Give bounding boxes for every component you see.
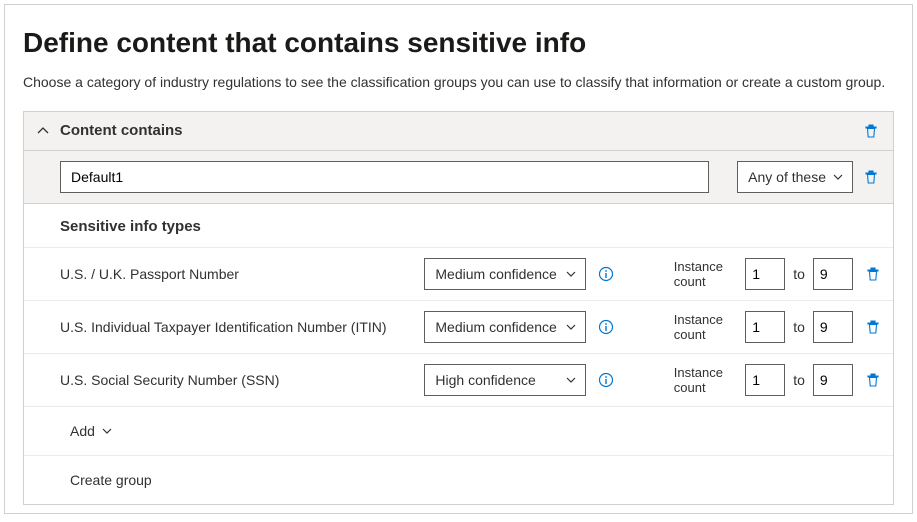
panel-title: Content contains [60, 122, 863, 139]
delete-group-button[interactable] [863, 168, 881, 186]
create-group-button[interactable]: Create group [24, 455, 893, 504]
instance-to-input[interactable] [813, 258, 853, 290]
delete-row-button[interactable] [865, 371, 881, 389]
confidence-dropdown[interactable]: Medium confidence [424, 258, 585, 290]
info-icon[interactable] [598, 371, 614, 389]
to-label: to [793, 372, 805, 388]
instance-from-input[interactable] [745, 311, 785, 343]
match-mode-label: Any of these [748, 169, 826, 185]
instance-to-input[interactable] [813, 311, 853, 343]
to-label: to [793, 319, 805, 335]
instance-to-input[interactable] [813, 364, 853, 396]
instance-count-label: Instance count [674, 365, 737, 395]
sensitive-type-label: U.S. Individual Taxpayer Identification … [60, 319, 412, 335]
add-button[interactable]: Add [24, 406, 893, 455]
instance-count-label: Instance count [674, 312, 737, 342]
match-mode-dropdown[interactable]: Any of these [737, 161, 853, 193]
instance-count-label: Instance count [674, 259, 737, 289]
info-icon[interactable] [598, 265, 614, 283]
chevron-down-icon [832, 171, 844, 183]
page-description: Choose a category of industry regulation… [23, 73, 894, 93]
instance-count-group: Instance count to [674, 364, 853, 396]
page: Define content that contains sensitive i… [4, 4, 913, 514]
create-group-label: Create group [70, 472, 152, 488]
chevron-down-icon [101, 425, 113, 437]
confidence-value: Medium confidence [435, 319, 556, 335]
instance-count-group: Instance count to [674, 311, 853, 343]
sensitive-type-label: U.S. Social Security Number (SSN) [60, 372, 412, 388]
section-heading: Sensitive info types [24, 204, 893, 247]
chevron-down-icon [565, 374, 577, 386]
chevron-down-icon [565, 321, 577, 333]
group-name-input[interactable] [60, 161, 709, 193]
content-contains-panel: Content contains Any of these Sensitive … [23, 111, 894, 505]
delete-row-button[interactable] [865, 265, 881, 283]
page-title: Define content that contains sensitive i… [23, 27, 894, 59]
sensitive-type-row: U.S. Individual Taxpayer Identification … [24, 300, 893, 353]
sensitive-type-row: U.S. / U.K. Passport Number Medium confi… [24, 247, 893, 300]
info-icon[interactable] [598, 318, 614, 336]
to-label: to [793, 266, 805, 282]
confidence-value: Medium confidence [435, 266, 556, 282]
group-name-row: Any of these [24, 151, 893, 204]
match-mode-group: Any of these [737, 161, 881, 193]
confidence-value: High confidence [435, 372, 535, 388]
instance-from-input[interactable] [745, 364, 785, 396]
panel-header[interactable]: Content contains [24, 112, 893, 151]
instance-from-input[interactable] [745, 258, 785, 290]
chevron-down-icon [565, 268, 577, 280]
delete-row-button[interactable] [865, 318, 881, 336]
add-label: Add [70, 423, 95, 439]
sensitive-type-row: U.S. Social Security Number (SSN) High c… [24, 353, 893, 406]
delete-panel-button[interactable] [863, 122, 881, 140]
instance-count-group: Instance count to [674, 258, 853, 290]
chevron-up-icon [36, 124, 50, 138]
sensitive-type-label: U.S. / U.K. Passport Number [60, 266, 412, 282]
confidence-dropdown[interactable]: Medium confidence [424, 311, 585, 343]
confidence-dropdown[interactable]: High confidence [424, 364, 585, 396]
